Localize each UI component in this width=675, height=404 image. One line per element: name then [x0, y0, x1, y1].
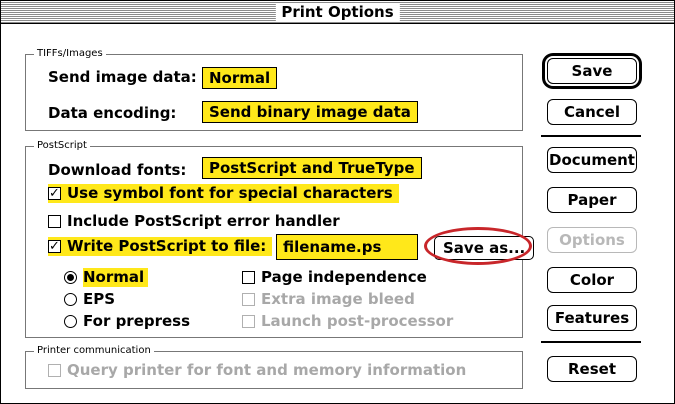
features-button[interactable]: Features — [547, 305, 637, 331]
printer-communication-legend: Printer communication — [34, 344, 154, 357]
checkbox-unchecked-icon — [48, 215, 61, 228]
data-encoding-label: Data encoding: — [48, 104, 177, 122]
title-bar[interactable]: Print Options — [1, 1, 674, 24]
options-button[interactable]: Options — [547, 227, 637, 253]
button-separator — [541, 135, 641, 137]
color-button[interactable]: Color — [547, 267, 637, 293]
annotation-circle — [424, 227, 532, 265]
tiff-images-legend: TIFFs/Images — [34, 47, 106, 60]
error-handler-checkbox[interactable]: Include PostScript error handler — [48, 212, 340, 231]
launch-post-label: Launch post-processor — [261, 312, 454, 330]
postscript-legend: PostScript — [34, 139, 90, 152]
write-to-file-label: Write PostScript to file: — [67, 237, 267, 255]
query-printer-label: Query printer for font and memory inform… — [67, 361, 467, 379]
radio-prepress[interactable]: For prepress — [64, 312, 190, 331]
page-independence-label: Page independence — [261, 268, 427, 286]
query-printer-checkbox[interactable]: Query printer for font and memory inform… — [48, 361, 466, 380]
checkbox-disabled-icon — [242, 315, 255, 328]
checkbox-disabled-icon — [48, 364, 61, 377]
download-fonts-popup[interactable]: PostScript and TrueType — [202, 157, 422, 179]
radio-selected-icon — [64, 271, 77, 284]
save-button[interactable]: Save — [547, 58, 637, 84]
radio-eps-label: EPS — [83, 290, 116, 308]
extra-bleed-checkbox[interactable]: Extra image bleed — [242, 290, 415, 309]
radio-eps[interactable]: EPS — [64, 290, 115, 309]
filename-input[interactable]: filename.ps — [276, 234, 418, 260]
radio-unselected-icon — [64, 293, 77, 306]
data-encoding-popup[interactable]: Send binary image data — [202, 101, 418, 123]
paper-button[interactable]: Paper — [547, 187, 637, 213]
checkbox-unchecked-icon — [242, 271, 255, 284]
button-separator — [541, 341, 641, 343]
radio-normal-label: Normal — [83, 268, 149, 287]
dialog-title: Print Options — [275, 3, 400, 21]
page-independence-checkbox[interactable]: Page independence — [242, 268, 427, 287]
send-image-data-popup[interactable]: Normal — [202, 67, 278, 89]
error-handler-label: Include PostScript error handler — [67, 212, 340, 230]
symbol-font-label: Use symbol font for special characters — [67, 184, 393, 202]
checkbox-checked-icon — [48, 237, 61, 256]
radio-prepress-label: For prepress — [83, 312, 191, 330]
radio-normal[interactable]: Normal — [64, 268, 149, 287]
download-fonts-label: Download fonts: — [48, 161, 187, 179]
send-image-data-label: Send image data: — [48, 68, 197, 86]
print-options-dialog: Print Options TIFFs/Images Send image da… — [0, 0, 675, 404]
symbol-font-checkbox[interactable]: Use symbol font for special characters — [48, 184, 399, 203]
reset-button[interactable]: Reset — [547, 356, 637, 382]
cancel-button[interactable]: Cancel — [547, 99, 637, 125]
extra-bleed-label: Extra image bleed — [261, 290, 415, 308]
document-button[interactable]: Document — [547, 147, 637, 173]
checkbox-checked-icon — [48, 184, 61, 203]
launch-post-checkbox[interactable]: Launch post-processor — [242, 312, 453, 331]
checkbox-disabled-icon — [242, 293, 255, 306]
write-to-file-checkbox[interactable]: Write PostScript to file: — [48, 237, 273, 256]
radio-unselected-icon — [64, 315, 77, 328]
